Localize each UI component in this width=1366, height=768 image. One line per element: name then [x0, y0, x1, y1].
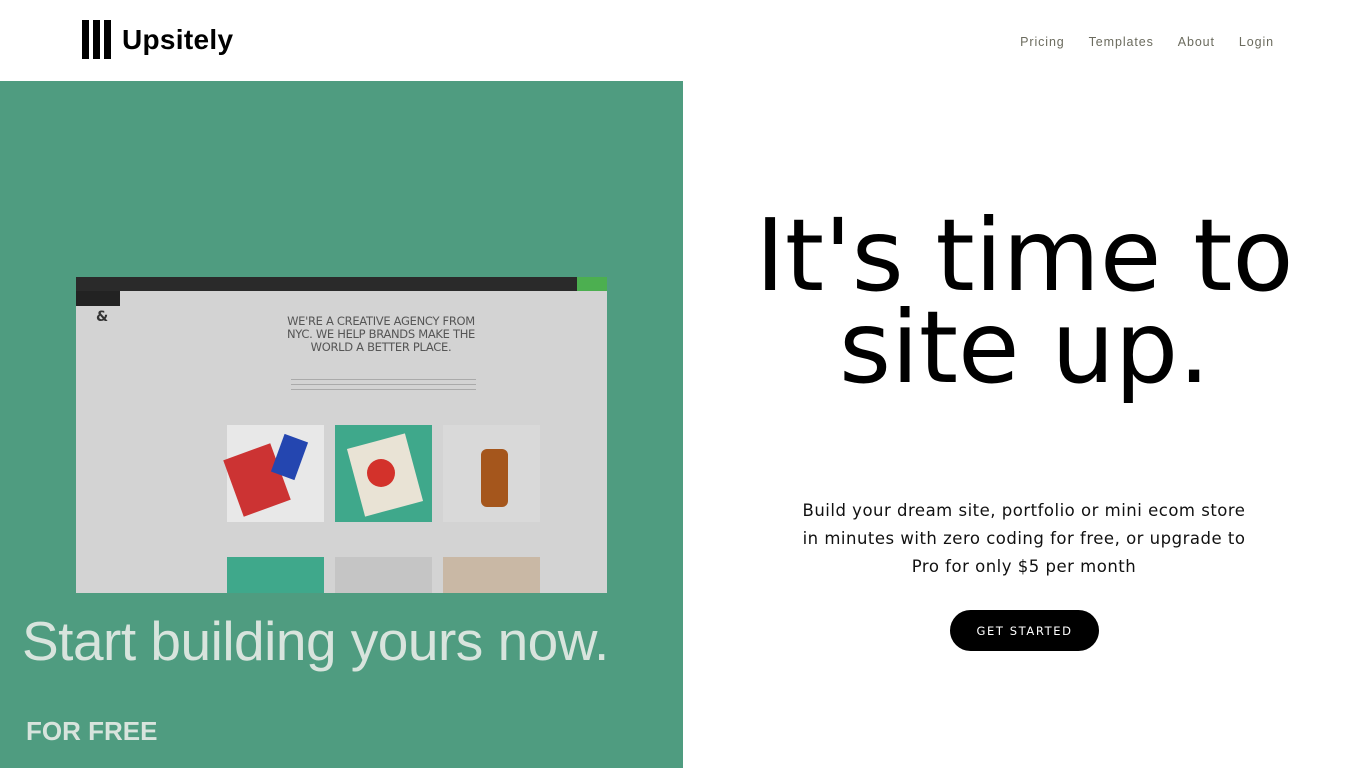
logo-bars-icon	[82, 20, 111, 59]
preview-headline: WE'RE A CREATIVE AGENCY FROM NYC. WE HEL…	[286, 314, 476, 354]
preview-paragraph	[291, 377, 476, 393]
logo[interactable]: Upsitely	[82, 20, 233, 59]
site-builder-preview: & WE'RE A CREATIVE AGENCY FROM NYC. WE H…	[76, 277, 607, 593]
logo-text: Upsitely	[122, 23, 234, 55]
preview-tile	[227, 557, 324, 593]
preview-logo: &	[96, 309, 109, 325]
main-nav: Pricing Templates About Login	[1020, 35, 1274, 49]
hero-headline: It's time to site up.	[755, 197, 1294, 406]
image-caption: Start building yours now.	[22, 610, 609, 672]
preview-tile	[227, 425, 324, 522]
preview-tile	[443, 425, 540, 522]
nav-login[interactable]: Login	[1239, 35, 1274, 49]
get-started-button[interactable]: GET STARTED	[950, 610, 1099, 651]
preview-panel	[76, 291, 120, 306]
preview-toolbar	[76, 277, 607, 291]
nav-pricing[interactable]: Pricing	[1020, 35, 1065, 49]
image-caption-sub: FOR FREE	[26, 716, 158, 746]
preview-tile	[335, 425, 432, 522]
preview-tile	[335, 557, 432, 593]
nav-templates[interactable]: Templates	[1089, 35, 1154, 49]
hero-subtext: Build your dream site, portfolio or mini…	[802, 501, 1246, 576]
hero-animation-image: & WE'RE A CREATIVE AGENCY FROM NYC. WE H…	[0, 81, 683, 768]
nav-about[interactable]: About	[1178, 35, 1215, 49]
preview-tile	[443, 557, 540, 593]
site-header: Upsitely Pricing Templates About Login	[0, 0, 1366, 81]
